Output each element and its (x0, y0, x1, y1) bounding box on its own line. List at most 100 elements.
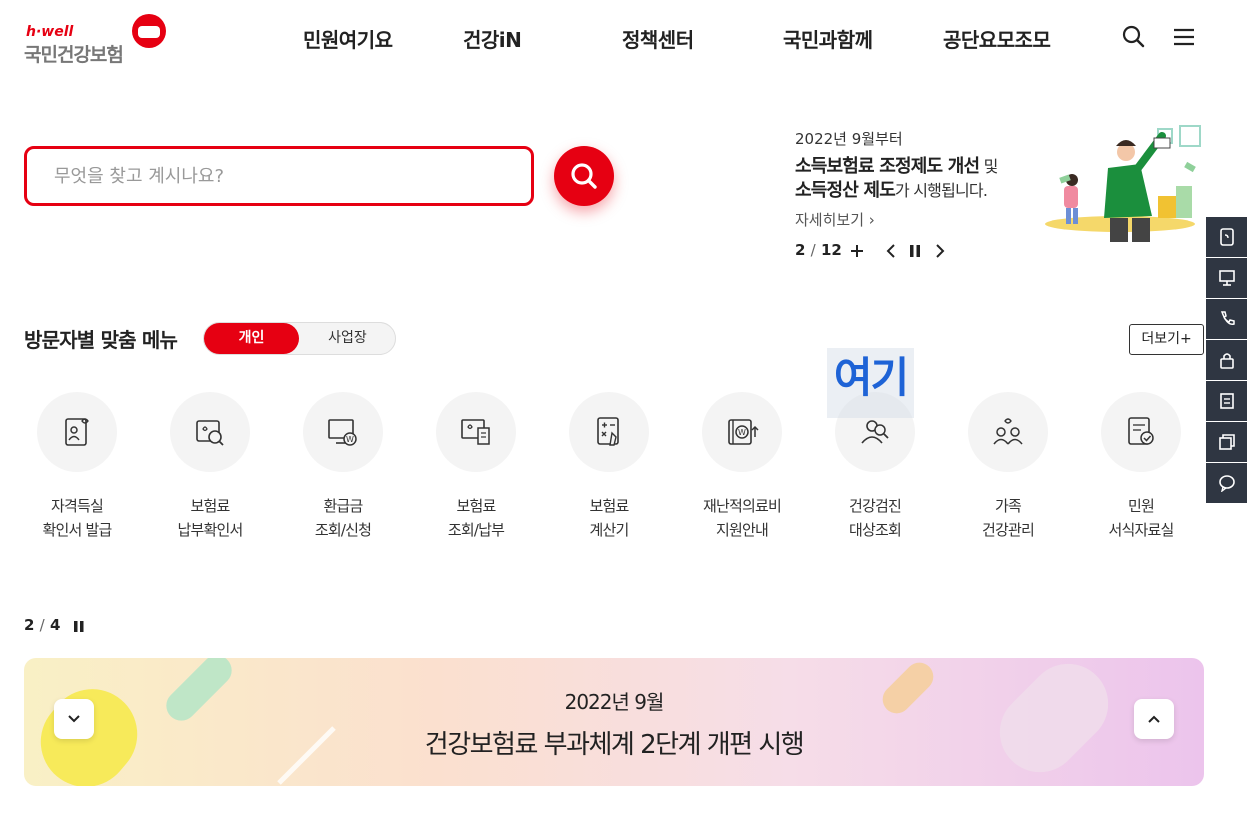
logo-name: 국민건강보험 (24, 44, 124, 66)
menu-item-line1: 보험료 (589, 497, 629, 515)
search-box (24, 146, 534, 206)
promo-illustration (1045, 125, 1201, 242)
svg-text:W: W (738, 428, 746, 437)
more-button[interactable]: 더보기+ (1129, 324, 1204, 355)
promo-current: 2 (795, 241, 806, 259)
banner-decoration (40, 658, 1109, 786)
menu-item-line1: 환급금 (323, 497, 363, 515)
visitor-menu-tiles: 자격득실 확인서 발급 보험료 납부확인서 W 환급금 조회/신청 보험료 조회/납부 … (24, 392, 1204, 552)
menu-item-payment-confirm[interactable]: 보험료납부확인서 (157, 392, 263, 552)
menu-item-label: 가족건강관리 (955, 494, 1061, 542)
bottom-counter: 2 / 4 (24, 616, 60, 634)
promo-total: 12 (820, 241, 842, 259)
promo-more-link[interactable]: 자세히보기 › (795, 209, 875, 230)
payment-search-icon (170, 392, 250, 472)
calculator-icon (569, 392, 649, 472)
menu-item-line1: 건강검진 (848, 497, 902, 515)
nav-item-minwon[interactable]: 민원여기요 (303, 24, 393, 53)
bottom-current: 2 (24, 616, 35, 634)
chevron-left-icon[interactable] (884, 241, 900, 261)
menu-item-line2: 조회/신청 (314, 521, 372, 539)
menu-item-line1: 자격득실 (50, 497, 104, 515)
family-icon (968, 392, 1048, 472)
highlight-annotation: 여기 (827, 348, 914, 418)
menu-item-line2: 계산기 (589, 521, 629, 539)
quick-monitor-icon[interactable] (1206, 258, 1247, 298)
menu-item-line1: 재난적의료비 (702, 497, 782, 515)
document-icon (1101, 392, 1181, 472)
quick-app-icon[interactable] (1206, 217, 1247, 257)
menu-item-label: 건강검진대상조회 (822, 494, 928, 542)
promo-counter: 2 / 12 (795, 241, 842, 259)
chevron-right-icon: › (868, 211, 875, 229)
menu-item-line1: 보험료 (456, 497, 496, 515)
quick-lock-icon[interactable] (1206, 340, 1247, 380)
menu-item-line2: 조회/납부 (447, 521, 505, 539)
tab-personal[interactable]: 개인 (204, 323, 299, 354)
bill-icon (436, 392, 516, 472)
bottom-total: 4 (49, 616, 61, 634)
visitor-toggle: 개인 사업장 (203, 322, 396, 355)
tab-business[interactable]: 사업장 (300, 323, 395, 354)
menu-item-label: 보험료납부확인서 (157, 494, 263, 542)
promo-more-label: 자세히보기 (795, 211, 865, 229)
chevron-up-icon[interactable] (1134, 699, 1174, 739)
logo-hwell: h·well (26, 24, 74, 40)
nav-item-about[interactable]: 공단요모조모 (943, 24, 1051, 53)
visitor-menu-title: 방문자별 맞춤 메뉴 (24, 328, 178, 352)
menu-item-line2: 납부확인서 (177, 521, 243, 539)
menu-item-medical-cost[interactable]: W 재난적의료비지원안내 (689, 392, 795, 552)
quick-copy-icon[interactable] (1206, 422, 1247, 462)
search-icon[interactable] (1121, 24, 1147, 50)
banner-title: 건강보험료 부과체계 2단계 개편 시행 (424, 730, 805, 760)
pause-icon[interactable] (72, 617, 86, 635)
menu-item-line2: 대상조회 (848, 521, 902, 539)
chevron-down-icon[interactable] (54, 699, 94, 739)
menu-item-certificate[interactable]: 자격득실확인서 발급 (24, 392, 130, 552)
nav-item-policy[interactable]: 정책센터 (622, 24, 694, 53)
quick-chat-icon[interactable] (1206, 463, 1247, 503)
search-button-icon (571, 163, 597, 189)
banner-date: 2022년 9월 (564, 690, 665, 714)
nav-item-together[interactable]: 국민과함께 (783, 24, 873, 53)
bottom-sep: / (39, 616, 45, 634)
hamburger-menu-icon[interactable] (1172, 24, 1198, 50)
menu-item-line2: 지원안내 (715, 521, 769, 539)
logo[interactable]: h·well 국민건강보험 (24, 14, 174, 66)
search-input[interactable] (27, 149, 531, 203)
plus-icon[interactable] (849, 241, 865, 261)
menu-item-line2: 확인서 발급 (42, 521, 113, 539)
menu-item-label: 재난적의료비지원안내 (689, 494, 795, 542)
promo-line1: 소득보험료 조정제도 개선 및 (795, 152, 998, 178)
menu-item-forms[interactable]: 민원 서식자료실 (1088, 392, 1194, 552)
menu-item-calculator[interactable]: 보험료계산기 (556, 392, 662, 552)
menu-item-refund[interactable]: W 환급금조회/신청 (290, 392, 396, 552)
menu-item-label: 자격득실확인서 발급 (24, 494, 130, 542)
promo-line2-rest: 가 시행됩니다. (895, 181, 988, 200)
menu-item-line1: 보험료 (190, 497, 230, 515)
menu-item-bill[interactable]: 보험료조회/납부 (423, 392, 529, 552)
notice-banner[interactable]: 2022년 9월 건강보험료 부과체계 2단계 개편 시행 (24, 658, 1204, 786)
svg-text:W: W (346, 435, 354, 444)
menu-item-line2: 건강관리 (981, 521, 1035, 539)
promo-sep: / (810, 241, 816, 259)
menu-item-family[interactable]: 가족건강관리 (955, 392, 1061, 552)
search-button[interactable] (554, 146, 614, 206)
quick-document-icon[interactable] (1206, 381, 1247, 421)
promo-line2: 소득정산 제도가 시행됩니다. (795, 176, 988, 202)
promo-line1-rest: 및 (979, 157, 999, 176)
promo-line2-bold: 소득정산 제도 (795, 180, 896, 201)
promo-line1-bold: 소득보험료 조정제도 개선 (795, 156, 980, 177)
menu-item-label: 민원 서식자료실 (1088, 494, 1194, 542)
pause-icon[interactable] (907, 241, 923, 261)
quick-phone-icon[interactable] (1206, 299, 1247, 339)
chevron-right-icon[interactable] (931, 241, 947, 261)
menu-item-line1: 민원 (1127, 497, 1155, 515)
promo-date: 2022년 9월부터 (795, 130, 903, 148)
menu-item-line1: 가족 (994, 497, 1022, 515)
certificate-icon (37, 392, 117, 472)
nav-item-health-in[interactable]: 건강iN (463, 24, 522, 53)
menu-item-label: 환급금조회/신청 (290, 494, 396, 542)
menu-item-label: 보험료계산기 (556, 494, 662, 542)
medical-cost-icon: W (702, 392, 782, 472)
